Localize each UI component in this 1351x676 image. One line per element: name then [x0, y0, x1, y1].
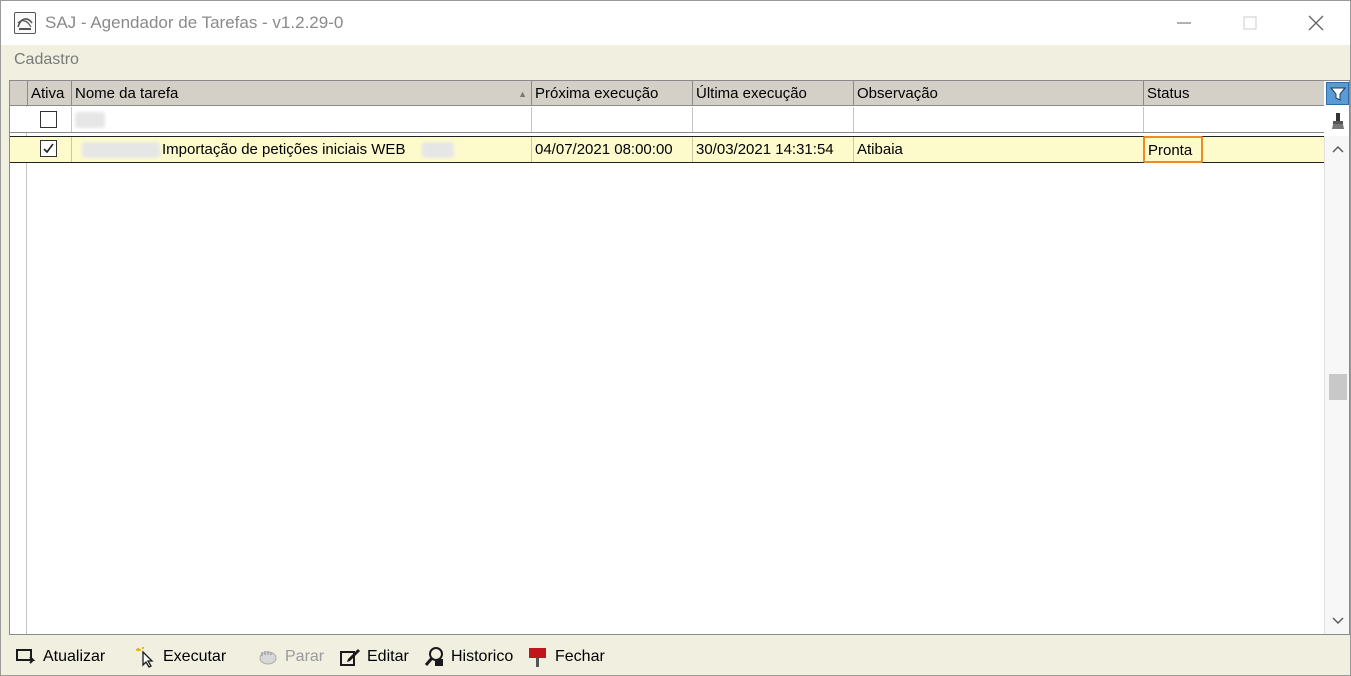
- executar-label: Executar: [163, 648, 227, 665]
- row-indicator-column: [10, 81, 27, 634]
- editar-button[interactable]: Editar: [339, 645, 409, 669]
- filter-cell-status[interactable]: [1144, 107, 1324, 132]
- brush-icon: [1331, 112, 1344, 129]
- historico-button[interactable]: Historico: [423, 645, 513, 669]
- cell-ultima[interactable]: 30/03/2021 14:31:54: [693, 137, 854, 162]
- filter-cell-ativa[interactable]: [28, 107, 72, 132]
- parar-button[interactable]: Parar: [257, 645, 324, 669]
- close-button[interactable]: [1283, 1, 1349, 45]
- stop-hand-icon: [259, 651, 277, 665]
- table-row[interactable]: Importação de petições iniciais WEB 04/0…: [10, 136, 1324, 163]
- scroll-thumb[interactable]: [1329, 374, 1347, 400]
- menu-cadastro[interactable]: Cadastro: [14, 51, 79, 69]
- app-logo-icon: [14, 12, 36, 34]
- cell-nome[interactable]: Importação de petições iniciais WEB: [72, 137, 532, 162]
- minimize-button[interactable]: [1151, 1, 1217, 45]
- checkmark-icon: [43, 143, 54, 154]
- filter-cell-observacao[interactable]: [854, 107, 1144, 132]
- maximize-button[interactable]: [1217, 1, 1283, 45]
- filter-cell-ultima[interactable]: [693, 107, 854, 132]
- maximize-icon: [1243, 16, 1257, 30]
- column-header-observacao[interactable]: Observação: [854, 81, 1144, 106]
- redacted-area: [75, 112, 105, 128]
- parar-label: Parar: [285, 648, 325, 665]
- atualizar-button[interactable]: Atualizar: [15, 645, 105, 669]
- executar-button[interactable]: Executar: [135, 645, 226, 669]
- cursor-sparkle-icon: [136, 647, 154, 668]
- vertical-scrollbar[interactable]: [1324, 136, 1349, 634]
- chevron-up-icon: [1332, 146, 1343, 153]
- cell-ativa[interactable]: [28, 137, 72, 162]
- fechar-label: Fechar: [555, 648, 605, 665]
- historico-label: Historico: [451, 648, 514, 665]
- window-title: SAJ - Agendador de Tarefas - v1.2.29-0: [45, 13, 344, 32]
- minimize-icon: [1177, 22, 1191, 24]
- column-header-nome[interactable]: Nome da tarefa ▲: [72, 81, 532, 106]
- tasks-grid: Ativa Nome da tarefa ▲ Próxima execução …: [9, 80, 1350, 635]
- cell-proxima[interactable]: 04/07/2021 08:00:00: [532, 137, 693, 162]
- clear-filter-button[interactable]: [1326, 109, 1349, 132]
- search-history-icon: [424, 647, 443, 666]
- edit-icon: [340, 649, 360, 666]
- redacted-area: [82, 142, 160, 158]
- cell-observacao[interactable]: Atibaia: [854, 137, 1144, 162]
- scroll-up-button[interactable]: [1325, 138, 1350, 160]
- bottom-toolbar: Atualizar Executar Parar Editar Historic…: [1, 637, 1350, 675]
- filter-ativa-checkbox[interactable]: [40, 111, 57, 128]
- column-header-ultima[interactable]: Última execução: [693, 81, 854, 106]
- exit-sign-icon: [529, 648, 546, 667]
- filter-row: [10, 107, 1324, 133]
- filter-button[interactable]: [1326, 82, 1349, 105]
- filter-cell-nome[interactable]: [72, 107, 532, 132]
- refresh-icon: [16, 649, 36, 664]
- close-icon: [1308, 15, 1324, 31]
- column-header-nome-label: Nome da tarefa: [75, 85, 179, 102]
- task-name: Importação de petições iniciais WEB: [162, 141, 406, 158]
- filter-icon: [1329, 87, 1346, 101]
- ativa-checkbox[interactable]: [40, 140, 57, 157]
- cell-status[interactable]: Pronta: [1143, 136, 1203, 163]
- column-header-ativa[interactable]: Ativa: [28, 81, 72, 106]
- sort-ascending-icon: ▲: [518, 89, 527, 99]
- fechar-button[interactable]: Fechar: [527, 645, 605, 669]
- redacted-area: [422, 142, 454, 158]
- app-window: SAJ - Agendador de Tarefas - v1.2.29-0 C…: [0, 0, 1351, 676]
- atualizar-label: Atualizar: [43, 648, 106, 665]
- column-header-status[interactable]: Status: [1144, 81, 1324, 106]
- title-bar: SAJ - Agendador de Tarefas - v1.2.29-0: [1, 1, 1350, 45]
- chevron-down-icon: [1332, 617, 1343, 624]
- column-header-proxima[interactable]: Próxima execução: [532, 81, 693, 106]
- header-indicator: [10, 81, 28, 106]
- menu-bar: Cadastro: [1, 45, 1350, 75]
- scroll-down-button[interactable]: [1325, 610, 1350, 632]
- grid-header: Ativa Nome da tarefa ▲ Próxima execução …: [10, 81, 1324, 106]
- editar-label: Editar: [367, 648, 409, 665]
- filter-cell-proxima[interactable]: [532, 107, 693, 132]
